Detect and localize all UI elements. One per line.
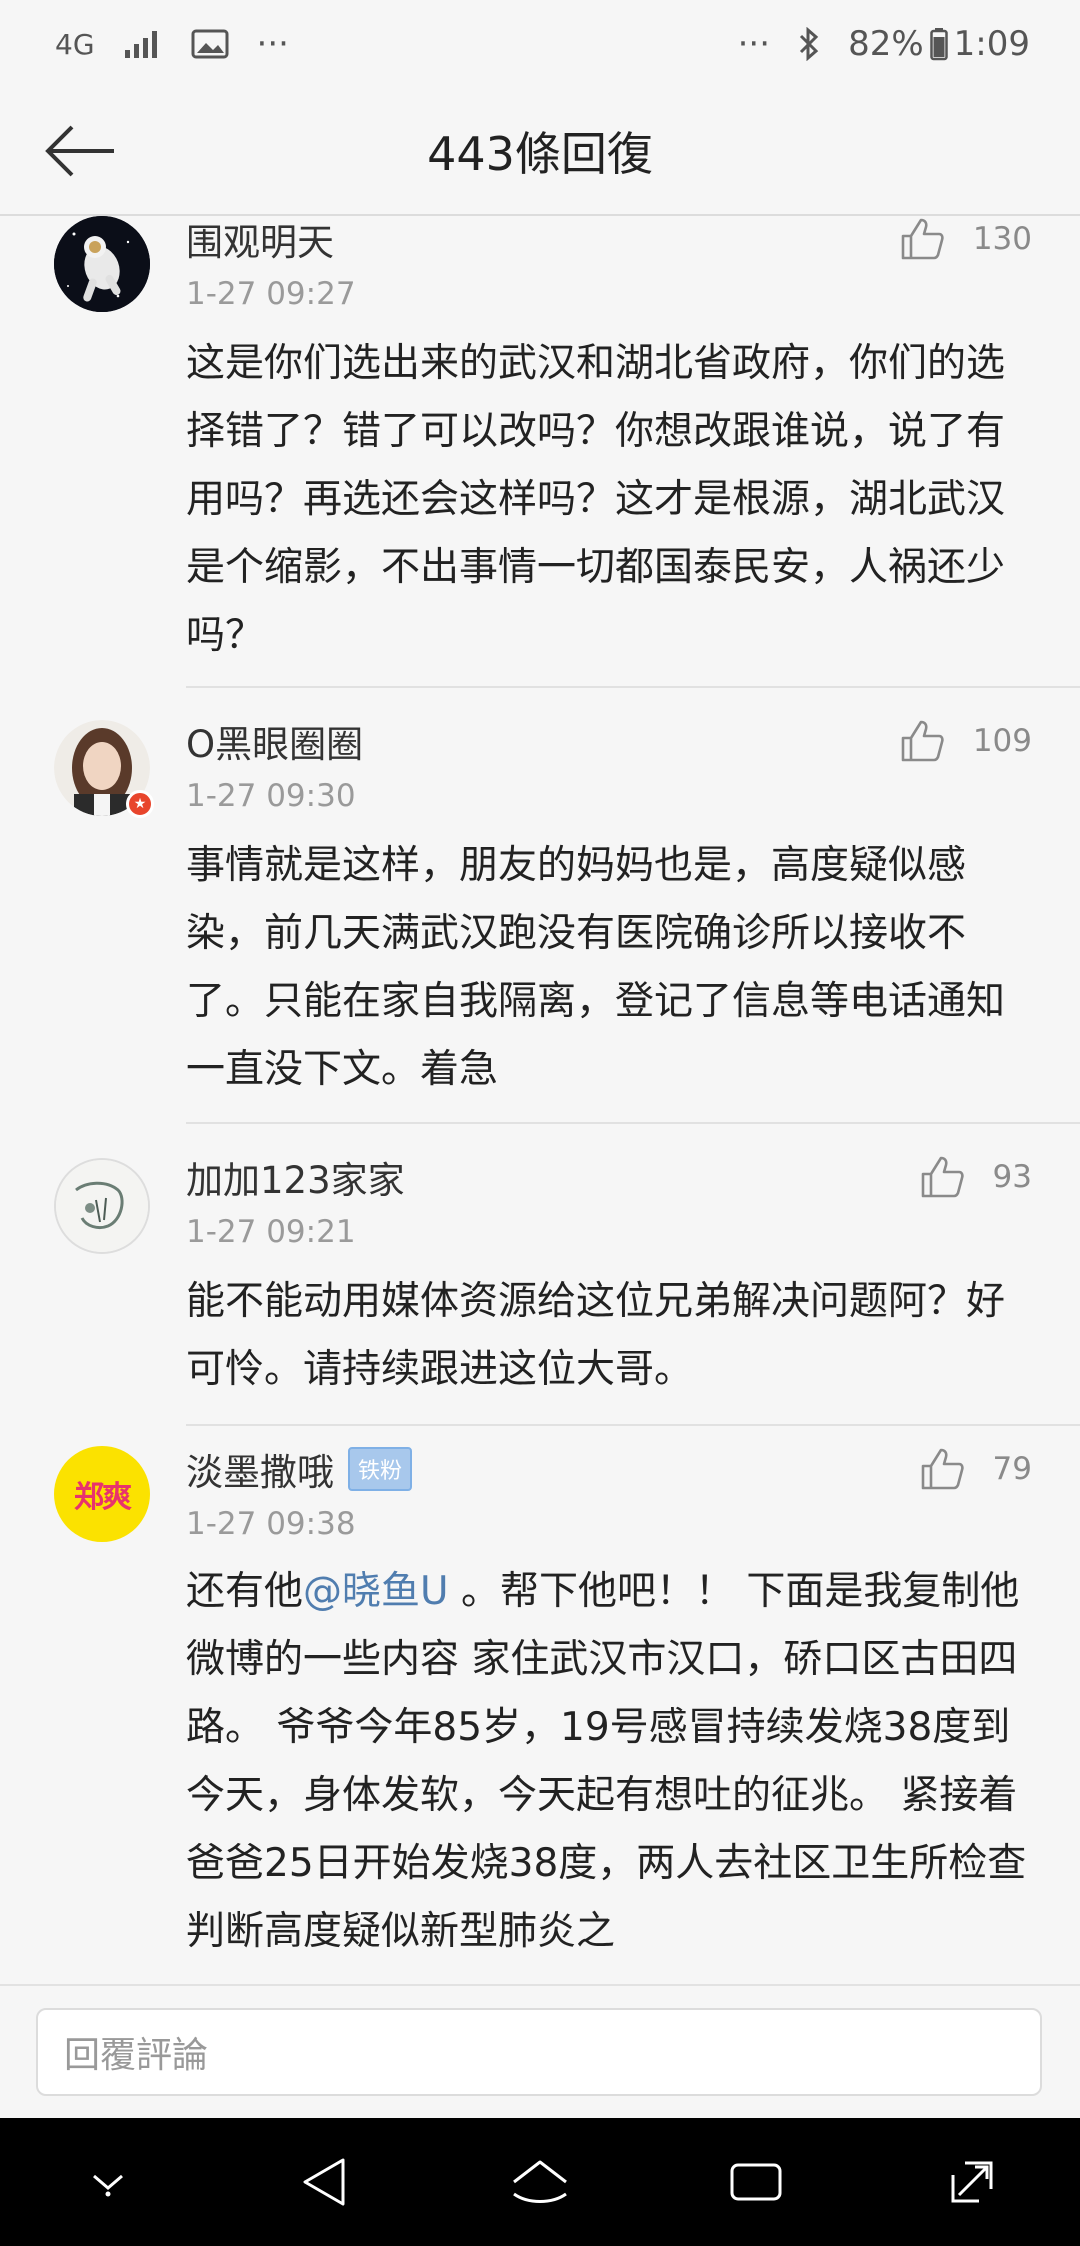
thumbs-up-icon (901, 720, 944, 762)
thumbs-up-icon (921, 1156, 964, 1198)
fan-badge: 铁粉 (348, 1447, 413, 1491)
comment-item: 郑爽 淡墨撒哦 铁粉 1-27 09:38 79 还有他@晓鱼U 。帮下他吧！！… (0, 1426, 1080, 1984)
like-count: 79 (992, 1451, 1032, 1487)
username[interactable]: 围观明天 (186, 216, 334, 266)
status-bar: 4G ··· ··· 82% 1:09 (0, 0, 1080, 88)
back-nav-button[interactable] (279, 2137, 369, 2227)
notification-more-right: ··· (737, 24, 771, 64)
clock: 1:09 (953, 24, 1030, 64)
expand-icon (951, 2161, 993, 2203)
comment-item: 加加123家家 1-27 09:21 93 能不能动用媒体资源给这位兄弟解决问题… (0, 1124, 1080, 1426)
bluetooth-icon (798, 27, 820, 61)
avatar[interactable] (54, 216, 150, 312)
like-count: 130 (972, 221, 1032, 257)
page-title: 443條回復 (427, 127, 653, 181)
notification-more: ··· (256, 24, 289, 64)
battery-percent: 82% (848, 24, 924, 64)
avatar[interactable] (54, 1158, 150, 1254)
triangle-back-icon (303, 2158, 345, 2206)
comment-time: 1-27 09:27 (186, 276, 356, 312)
thumbs-up-icon (901, 218, 944, 260)
comment-text: 还有他@晓鱼U 。帮下他吧！！ 下面是我复制他微博的一些内容 家住武汉市汉口，硚… (186, 1558, 1036, 1966)
comment-item: ★ O黑眼圈圈 1-27 09:30 109 事情就是这样，朋友的妈妈也是，高度… (0, 688, 1080, 1124)
reply-bar: 回覆評論 (0, 1984, 1080, 2118)
username[interactable]: 加加123家家 (186, 1150, 405, 1204)
recents-nav-button[interactable] (711, 2137, 801, 2227)
comment-time: 1-27 09:30 (186, 778, 356, 814)
comment-time: 1-27 09:38 (186, 1506, 356, 1542)
comment-time: 1-27 09:21 (186, 1214, 356, 1250)
username[interactable]: 淡墨撒哦 铁粉 (186, 1442, 413, 1496)
comment-item: 围观明天 1-27 09:27 130 这是你们选出来的武汉和湖北省政府，你们的… (0, 216, 1080, 688)
chevron-down-icon (93, 2174, 123, 2197)
comment-text: 事情就是这样，朋友的妈妈也是，高度疑似感染，前几天满武汉跑没有医院确诊所以接收不… (186, 843, 1006, 1092)
comment-text: 这是你们选出来的武汉和湖北省政府，你们的选择错了？错了可以改吗？你想改跟谁说，说… (186, 341, 1006, 658)
header: 443條回復 (0, 88, 1080, 216)
avatar-text: 郑爽 (74, 1480, 132, 1515)
like-button[interactable]: 130 (899, 216, 1032, 262)
like-button[interactable]: 93 (919, 1154, 1032, 1200)
battery-icon (929, 27, 948, 61)
avatar[interactable]: 郑爽 (54, 1446, 150, 1542)
home-icon (513, 2160, 567, 2203)
comment-text: 能不能动用媒体资源给这位兄弟解决问题阿？好可怜。请持续跟进这位大哥。 (186, 1279, 1006, 1392)
avatar[interactable]: ★ (54, 720, 154, 818)
reply-input[interactable]: 回覆評論 (36, 2008, 1042, 2096)
hide-keyboard-button[interactable] (63, 2137, 153, 2227)
recents-icon (730, 2163, 782, 2201)
like-count: 93 (992, 1159, 1032, 1195)
like-button[interactable]: 109 (899, 718, 1032, 764)
home-nav-button[interactable] (495, 2137, 585, 2227)
mention-link[interactable]: @晓鱼U (303, 1569, 449, 1614)
comment-text-part: 。帮下他吧！！ 下面是我复制他微博的一些内容 家住武汉市汉口，硚口区古田四路。 … (186, 1569, 1027, 1954)
image-notification-icon (191, 28, 229, 60)
network-type: 4G (55, 27, 95, 61)
thumbs-up-icon (921, 1448, 964, 1490)
comment-text-part: 还有他 (186, 1569, 304, 1614)
like-count: 109 (972, 723, 1032, 759)
username[interactable]: O黑眼圈圈 (186, 714, 363, 768)
system-nav-bar (0, 2118, 1080, 2246)
signal-icon (123, 28, 163, 60)
comment-list[interactable]: 围观明天 1-27 09:27 130 这是你们选出来的武汉和湖北省政府，你们的… (0, 216, 1080, 1984)
like-button[interactable]: 79 (919, 1446, 1032, 1492)
expand-nav-button[interactable] (927, 2137, 1017, 2227)
verified-badge-icon: ★ (126, 790, 154, 818)
